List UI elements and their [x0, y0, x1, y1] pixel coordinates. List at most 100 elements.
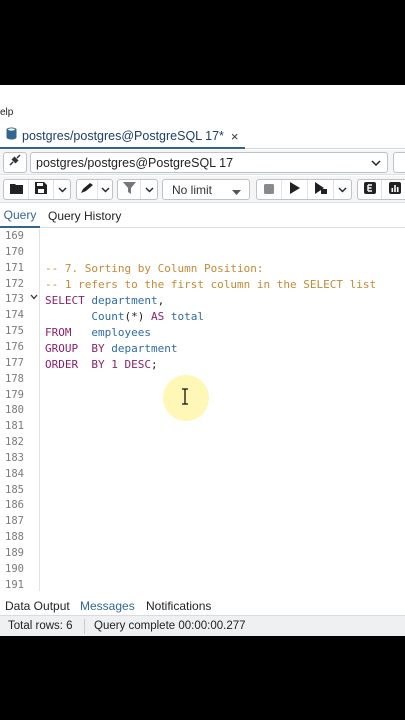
save-icon [35, 181, 47, 199]
edit-button[interactable] [77, 180, 99, 199]
keyword-as: AS [150, 310, 165, 323]
sql-editor[interactable]: 169 170 171 172 173 174 175 176 177 178 179 180 181 1… [0, 229, 405, 591]
connection-status-button[interactable] [3, 152, 27, 173]
code-line-174: Count(*) AS total [45, 310, 204, 323]
line-number: 174 [5, 309, 24, 322]
filter-icon [122, 181, 136, 199]
code-line-177: ORDER BY 1 DESC; [45, 358, 158, 371]
comma: , [157, 294, 165, 307]
keyword-order: ORDER [45, 358, 79, 371]
filter-dropdown-button[interactable] [141, 180, 157, 199]
bar-chart-icon [389, 181, 401, 199]
status-divider [84, 619, 85, 634]
status-bar: Total rows: 6 Query complete 00:00:00.27… [0, 615, 405, 636]
fold-chevron-icon[interactable] [30, 293, 38, 303]
stop-icon [264, 181, 274, 199]
line-number: 171 [5, 261, 24, 274]
query-tool-tab[interactable]: postgres/postgres@PostgreSQL 17* × [0, 125, 245, 149]
line-gutter: 169 170 171 172 173 174 175 176 177 178 179 180 181 1… [0, 229, 40, 591]
line-number: 169 [5, 230, 24, 242]
execute-button[interactable] [282, 180, 308, 199]
chevron-down-icon [338, 181, 347, 199]
caret-down-icon [232, 184, 241, 202]
code-line-171: -- 7. Sorting by Column Position: [45, 262, 264, 275]
text-cursor-icon [182, 388, 188, 405]
tab-title: postgres/postgres@PostgreSQL 17* [22, 129, 224, 143]
keyword-by: BY [91, 342, 105, 355]
line-number: 183 [5, 451, 24, 464]
execute-script-button[interactable] [308, 180, 334, 199]
keyword-from: FROM [45, 326, 72, 339]
file-button-group [3, 179, 71, 200]
tab-data-output[interactable]: Data Output [5, 599, 70, 613]
new-connection-button[interactable] [393, 152, 405, 173]
folder-icon [9, 181, 23, 199]
limit-value: No limit [172, 182, 213, 197]
line-number: 190 [5, 562, 24, 575]
identifier-total: total [170, 310, 204, 323]
editor-subtabs: Query Query History [0, 204, 405, 228]
tab-query[interactable]: Query [0, 204, 40, 228]
line-number: 180 [5, 404, 24, 417]
identifier-department: department [111, 342, 178, 355]
total-rows: Total rows: 6 [8, 620, 73, 632]
line-number: 191 [5, 578, 24, 591]
save-button[interactable] [29, 180, 54, 199]
line-number: 178 [5, 372, 24, 385]
tab-messages[interactable]: Messages [80, 599, 135, 613]
tab-query-history[interactable]: Query History [48, 204, 121, 228]
chevron-down-icon [101, 181, 110, 199]
identifier-department: department [91, 294, 158, 307]
connection-value: postgres/postgres@PostgreSQL 17 [36, 155, 234, 170]
edit-dropdown-button[interactable] [98, 180, 112, 199]
line-number: 186 [5, 499, 24, 512]
plug-icon [8, 153, 22, 172]
tab-notifications[interactable]: Notifications [146, 599, 211, 613]
query-toolbar: No limit [0, 176, 405, 203]
code-line-176: GROUP BY department [45, 342, 177, 355]
stop-button[interactable] [257, 180, 282, 199]
connection-bar: postgres/postgres@PostgreSQL 17 [0, 150, 405, 175]
database-icon [6, 127, 17, 145]
menu-help[interactable]: elp [0, 107, 13, 118]
keyword-select: SELECT [45, 294, 85, 307]
edit-button-group [76, 179, 113, 200]
connection-select[interactable]: postgres/postgres@PostgreSQL 17 [30, 152, 388, 173]
explain-button[interactable] [358, 180, 382, 199]
save-dropdown-button[interactable] [54, 180, 70, 199]
line-number: 173 [5, 293, 24, 306]
explain-icon [363, 181, 376, 199]
code-line-172: -- 1 refers to the first column in the S… [45, 278, 377, 291]
menu-bar: elp [0, 85, 405, 125]
explain-analyze-button[interactable] [382, 180, 405, 199]
query-tool-window: elp postgres/postgres@PostgreSQL 17* × p… [0, 85, 405, 636]
execute-button-group [256, 179, 352, 200]
play-icon [289, 181, 300, 199]
line-number: 170 [5, 245, 24, 258]
code-line-173: SELECT department, [45, 294, 164, 307]
limit-select[interactable]: No limit [162, 179, 250, 200]
chevron-down-icon [145, 181, 154, 199]
close-icon[interactable]: × [231, 129, 239, 144]
line-number: 189 [5, 547, 24, 559]
count-args: (*) [124, 310, 145, 323]
execute-dropdown-button[interactable] [334, 180, 351, 199]
result-tabs: Data Output Messages Notifications [0, 597, 405, 615]
keyword-by: BY [91, 358, 105, 371]
explain-button-group [357, 179, 405, 200]
chevron-down-icon [371, 155, 381, 176]
function-count: Count [91, 310, 125, 323]
line-number: 181 [5, 420, 24, 433]
line-number: 179 [5, 388, 24, 401]
query-time: Query complete 00:00:00.277 [94, 620, 246, 632]
open-file-button[interactable] [4, 180, 29, 199]
code-line-175: FROM employees [45, 326, 151, 339]
chevron-down-icon [58, 181, 67, 199]
filter-button[interactable] [118, 180, 142, 199]
line-number: 175 [5, 325, 24, 338]
line-number: 188 [5, 531, 24, 544]
line-number: 185 [5, 483, 24, 496]
keyword-group: GROUP [45, 342, 79, 355]
keyword-desc: DESC [124, 358, 152, 371]
line-number: 184 [5, 467, 24, 480]
